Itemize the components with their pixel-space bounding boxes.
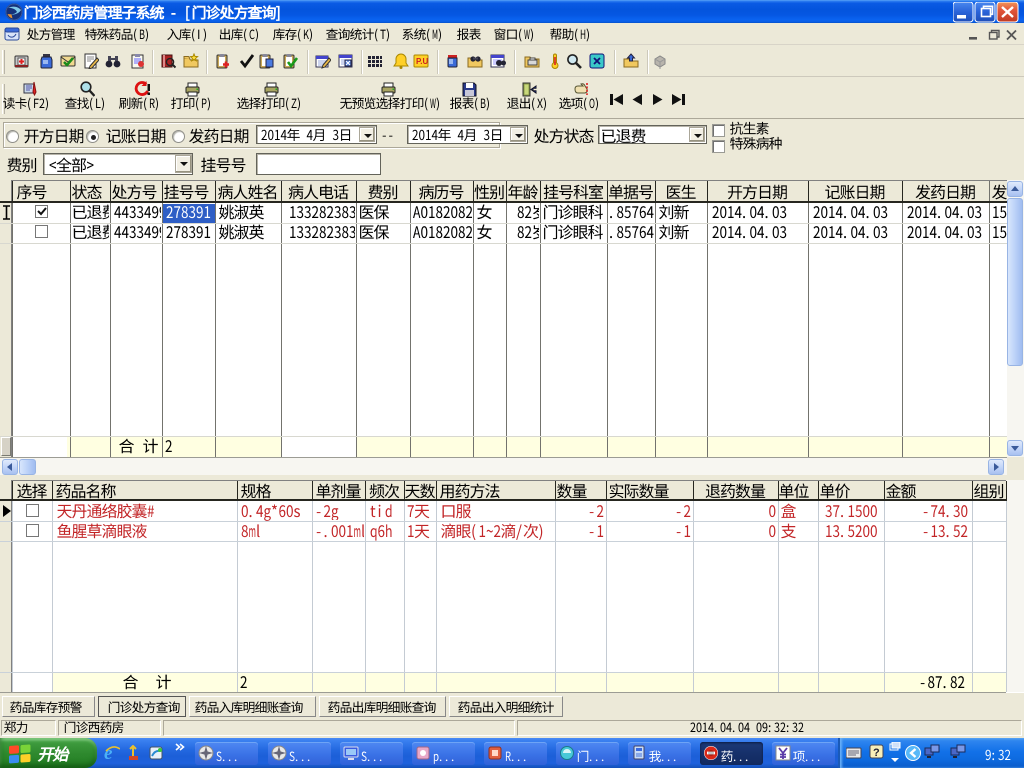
svg-text:e: e (104, 744, 113, 760)
svg-text:P.U: P.U (416, 57, 429, 66)
svg-text:?: ? (873, 747, 880, 759)
